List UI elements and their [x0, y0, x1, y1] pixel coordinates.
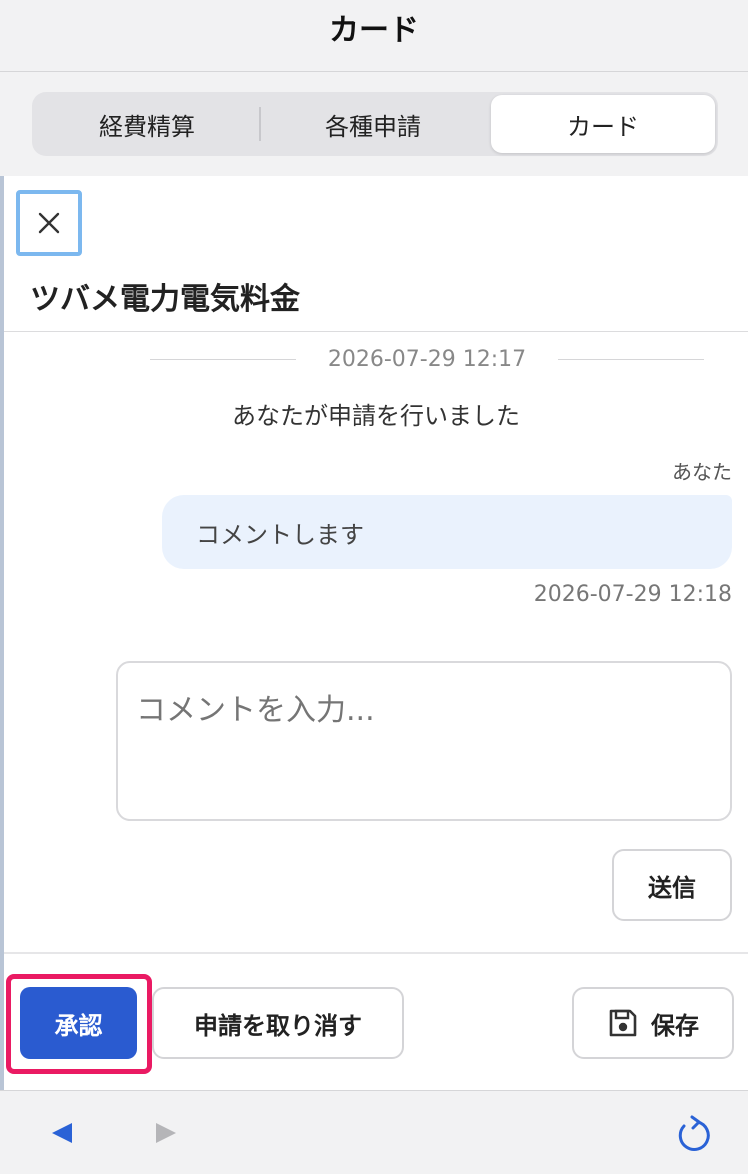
segment-applications[interactable]: 各種申請	[261, 95, 485, 153]
browser-toolbar	[0, 1090, 748, 1174]
detail-panel: ツバメ電力電気料金 2026-07-29 12:17 あなたが申請を行いました …	[0, 176, 748, 1090]
forward-arrow-icon[interactable]	[154, 1119, 180, 1147]
comment-text: コメントします	[196, 520, 364, 549]
comment-bubble: コメントします	[162, 495, 732, 569]
approve-label: 承認	[54, 1011, 103, 1040]
send-label: 送信	[648, 873, 696, 902]
comment-input[interactable]	[116, 661, 732, 821]
segment-label: 各種申請	[325, 112, 421, 141]
page-title: カード	[329, 12, 419, 48]
segment-card[interactable]: カード	[491, 95, 715, 153]
cancel-label: 申請を取り消す	[194, 1011, 362, 1040]
divider	[558, 358, 704, 360]
comment-timestamp: 2026-07-29 12:18	[533, 582, 732, 607]
comment-author: あなた	[672, 460, 732, 484]
navigation-title-bar: カード	[0, 0, 748, 72]
event-message: あなたが申請を行いました	[232, 402, 520, 430]
back-arrow-icon[interactable]	[48, 1119, 74, 1147]
approve-highlight: 承認	[6, 974, 152, 1074]
segment-label: カード	[567, 112, 639, 141]
segment-bar-container: 経費精算 各種申請 カード	[0, 72, 748, 176]
divider	[150, 358, 296, 360]
save-button[interactable]: 保存	[572, 987, 734, 1059]
event-timestamp: 2026-07-29 12:17	[327, 346, 527, 372]
event-timestamp-row: 2026-07-29 12:17	[150, 342, 704, 376]
save-label: 保存	[651, 1011, 699, 1040]
approve-button[interactable]: 承認	[20, 987, 137, 1059]
segment-label: 経費精算	[99, 112, 195, 141]
close-button[interactable]	[16, 190, 82, 256]
reload-icon[interactable]	[672, 1113, 716, 1157]
floppy-disk-icon	[609, 1009, 637, 1037]
segmented-control: 経費精算 各種申請 カード	[32, 92, 718, 156]
detail-title: ツバメ電力電気料金	[30, 282, 300, 317]
segment-expense[interactable]: 経費精算	[35, 95, 259, 153]
close-icon	[38, 212, 60, 234]
divider	[4, 952, 748, 954]
cancel-application-button[interactable]: 申請を取り消す	[152, 987, 404, 1059]
divider	[4, 331, 748, 332]
send-button[interactable]: 送信	[612, 849, 732, 921]
